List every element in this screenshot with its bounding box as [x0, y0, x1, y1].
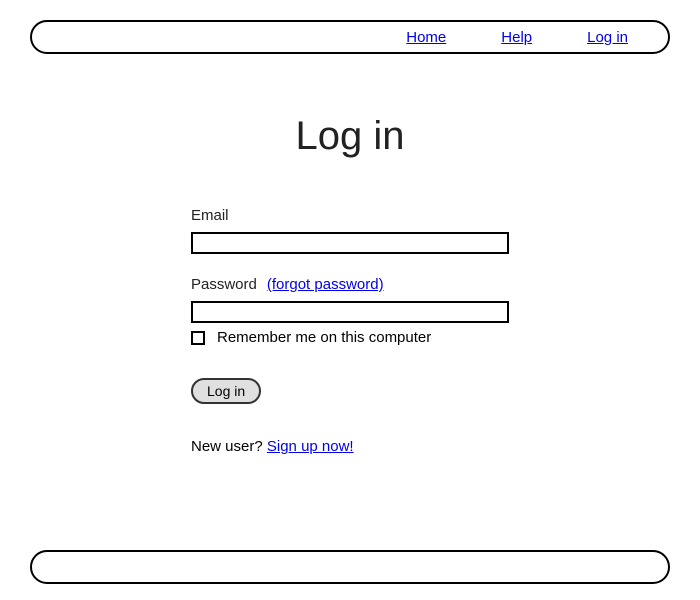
- top-nav: Home Help Log in: [30, 20, 670, 54]
- footer-bar: [30, 550, 670, 584]
- nav-help-link[interactable]: Help: [501, 29, 532, 46]
- remember-checkbox[interactable]: [191, 331, 205, 345]
- login-button[interactable]: Log in: [191, 378, 261, 404]
- signup-prompt-row: New user? Sign up now!: [191, 438, 509, 455]
- signup-prompt: New user?: [191, 438, 267, 455]
- remember-label: Remember me on this computer: [217, 329, 431, 346]
- signup-link[interactable]: Sign up now!: [267, 438, 354, 455]
- forgot-password-link[interactable]: (forgot password): [267, 276, 384, 293]
- page-title: Log in: [296, 114, 405, 159]
- nav-home-link[interactable]: Home: [406, 29, 446, 46]
- nav-login-link[interactable]: Log in: [587, 29, 628, 46]
- email-field[interactable]: [191, 232, 509, 254]
- login-form: Email Password (forgot password) Remembe…: [191, 207, 509, 455]
- password-field[interactable]: [191, 301, 509, 323]
- password-label: Password: [191, 276, 257, 293]
- main-content: Log in Email Password (forgot password) …: [30, 54, 670, 455]
- email-label: Email: [191, 207, 229, 224]
